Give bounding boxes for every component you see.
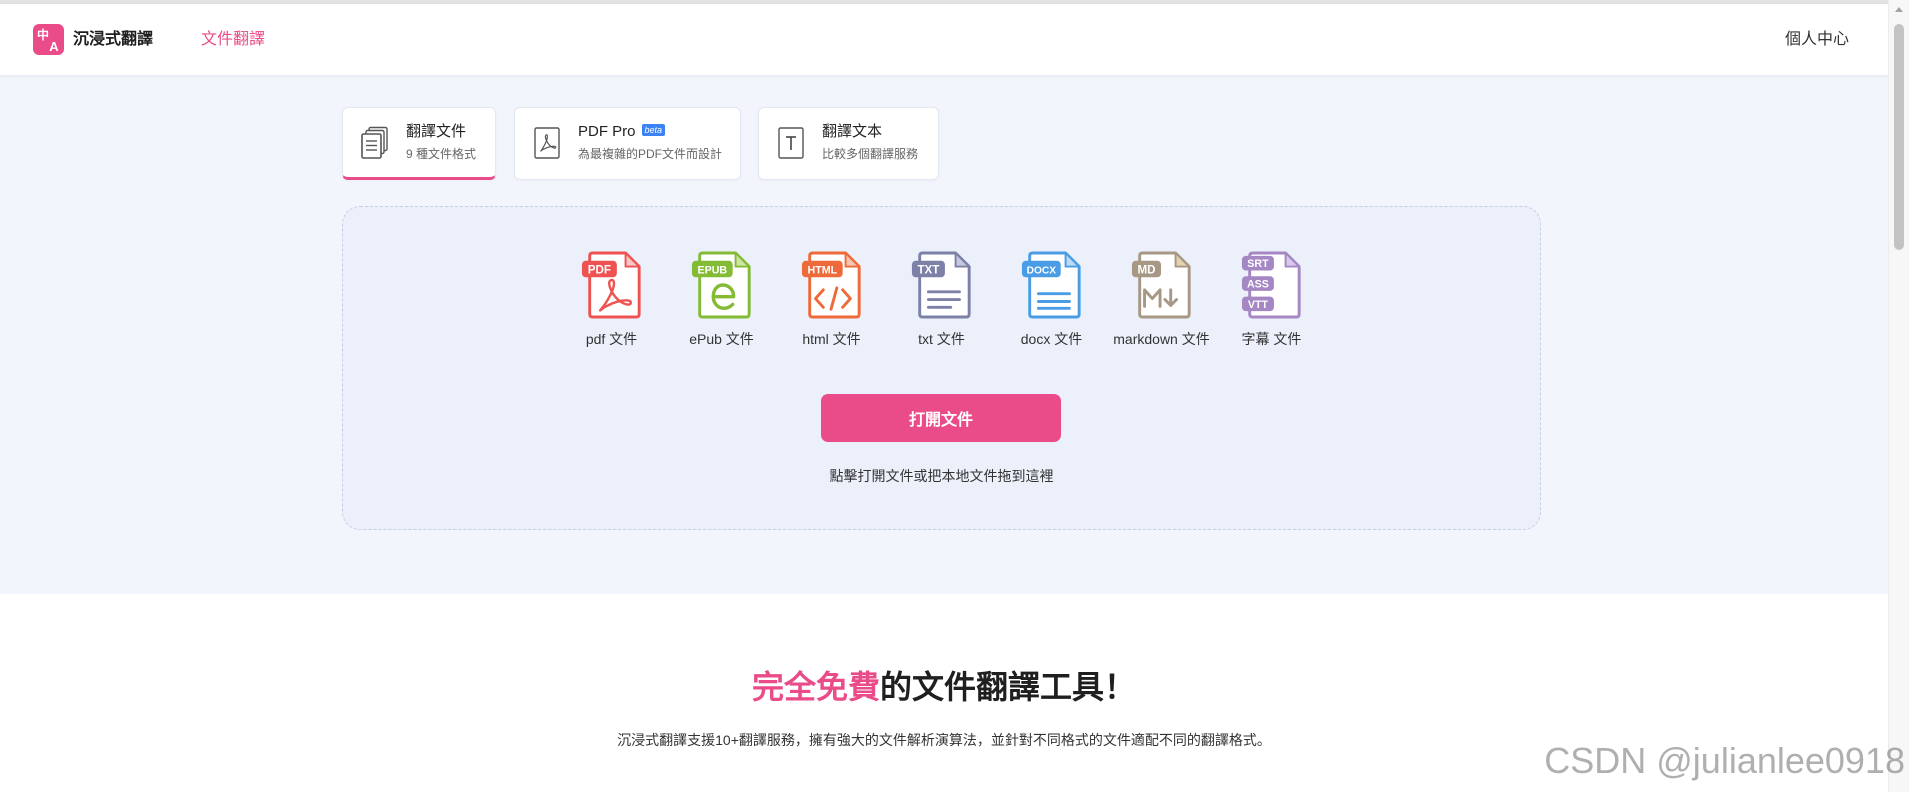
file-type-html: HTML html 文件 (777, 250, 887, 348)
dropzone-hint: 點擊打開文件或把本地文件拖到這裡 (829, 468, 1054, 484)
file-type-docx: DOCX docx 文件 (997, 250, 1107, 348)
headline-highlight: 完全免費 (751, 669, 880, 705)
tab-subtitle: 9 種文件格式 (406, 147, 477, 161)
upload-section: 翻譯文件 9 種文件格式 PDF Pro beta 為最複雜的PDF文件而設計 翻… (0, 75, 1888, 594)
nav-file-translation[interactable]: 文件翻譯 (201, 30, 265, 50)
tab-translate-document[interactable]: 翻譯文件 9 種文件格式 (342, 107, 496, 180)
logo-glyph-top: 中 (37, 27, 49, 42)
watermark: CSDN @julianlee0918 (1544, 740, 1905, 781)
file-badge: HTML (807, 264, 837, 276)
tab-title: PDF Pro beta (578, 122, 666, 142)
app-logo[interactable]: 中 A (33, 24, 64, 55)
user-center-link[interactable]: 個人中心 (1785, 30, 1849, 50)
file-badge: SRT (1247, 258, 1269, 270)
supported-formats: PDF pdf 文件 EPUB ePub 文件 HTML html 文件 TXT… (343, 250, 1540, 348)
file-type-label: 字幕 文件 (1241, 331, 1302, 347)
tab-subtitle: 為最複雜的PDF文件而設計 (578, 147, 723, 161)
html-file-icon: HTML (801, 251, 861, 319)
file-type-label: txt 文件 (918, 331, 965, 347)
top-header: 中 A 沉浸式翻譯 文件翻譯 個人中心 (0, 4, 1888, 75)
file-type-subtitle: SRT ASS VTT 字幕 文件 (1217, 250, 1327, 348)
file-type-label: docx 文件 (1020, 331, 1083, 347)
epub-file-icon: EPUB (691, 251, 751, 319)
file-badge: ASS (1246, 278, 1268, 290)
headline-rest: 的文件翻譯工具！ (880, 669, 1137, 705)
file-badge: TXT (917, 263, 939, 276)
logo-glyph-bottom: A (49, 39, 59, 54)
text-icon (778, 127, 804, 159)
pdf-icon (534, 127, 560, 159)
tab-title-text: PDF Pro (578, 123, 636, 140)
file-badge: EPUB (697, 264, 727, 276)
file-type-txt: TXT txt 文件 (887, 250, 997, 348)
promo-headline: 完全免費的文件翻譯工具！ (0, 667, 1888, 707)
file-badge: MD (1137, 263, 1155, 276)
beta-badge: beta (641, 124, 666, 136)
tab-translate-text[interactable]: 翻譯文本 比較多個翻譯服務 (758, 107, 939, 180)
markdown-file-icon: MD (1131, 251, 1191, 319)
subtitle-file-icon: SRT ASS VTT (1241, 251, 1301, 319)
file-type-label: pdf 文件 (585, 331, 638, 347)
scroll-up-arrow-icon[interactable] (1895, 7, 1903, 12)
docx-file-icon: DOCX (1021, 251, 1081, 319)
file-type-label: markdown 文件 (1113, 331, 1210, 347)
tab-title: 翻譯文本 (822, 123, 883, 140)
file-badge: VTT (1247, 299, 1268, 311)
open-file-button[interactable]: 打開文件 (821, 394, 1061, 442)
tab-pdf-pro[interactable]: PDF Pro beta 為最複雜的PDF文件而設計 (514, 107, 741, 180)
file-badge: DOCX (1026, 265, 1056, 276)
file-dropzone[interactable]: PDF pdf 文件 EPUB ePub 文件 HTML html 文件 TXT… (342, 206, 1541, 530)
file-type-label: ePub 文件 (689, 331, 754, 347)
file-type-epub: EPUB ePub 文件 (667, 250, 777, 348)
page-scrollbar[interactable] (1888, 0, 1909, 792)
tab-title: 翻譯文件 (406, 123, 467, 140)
txt-file-icon: TXT (911, 251, 971, 319)
pdf-file-icon: PDF (581, 251, 641, 319)
tab-subtitle: 比較多個翻譯服務 (822, 147, 919, 161)
file-badge: PDF (587, 263, 610, 276)
file-type-label: html 文件 (802, 331, 861, 347)
document-stack-icon (361, 126, 388, 159)
file-type-pdf: PDF pdf 文件 (557, 250, 667, 348)
app-name[interactable]: 沉浸式翻譯 (73, 30, 153, 50)
scrollbar-thumb[interactable] (1894, 24, 1904, 250)
file-type-markdown: MD markdown 文件 (1107, 250, 1217, 348)
